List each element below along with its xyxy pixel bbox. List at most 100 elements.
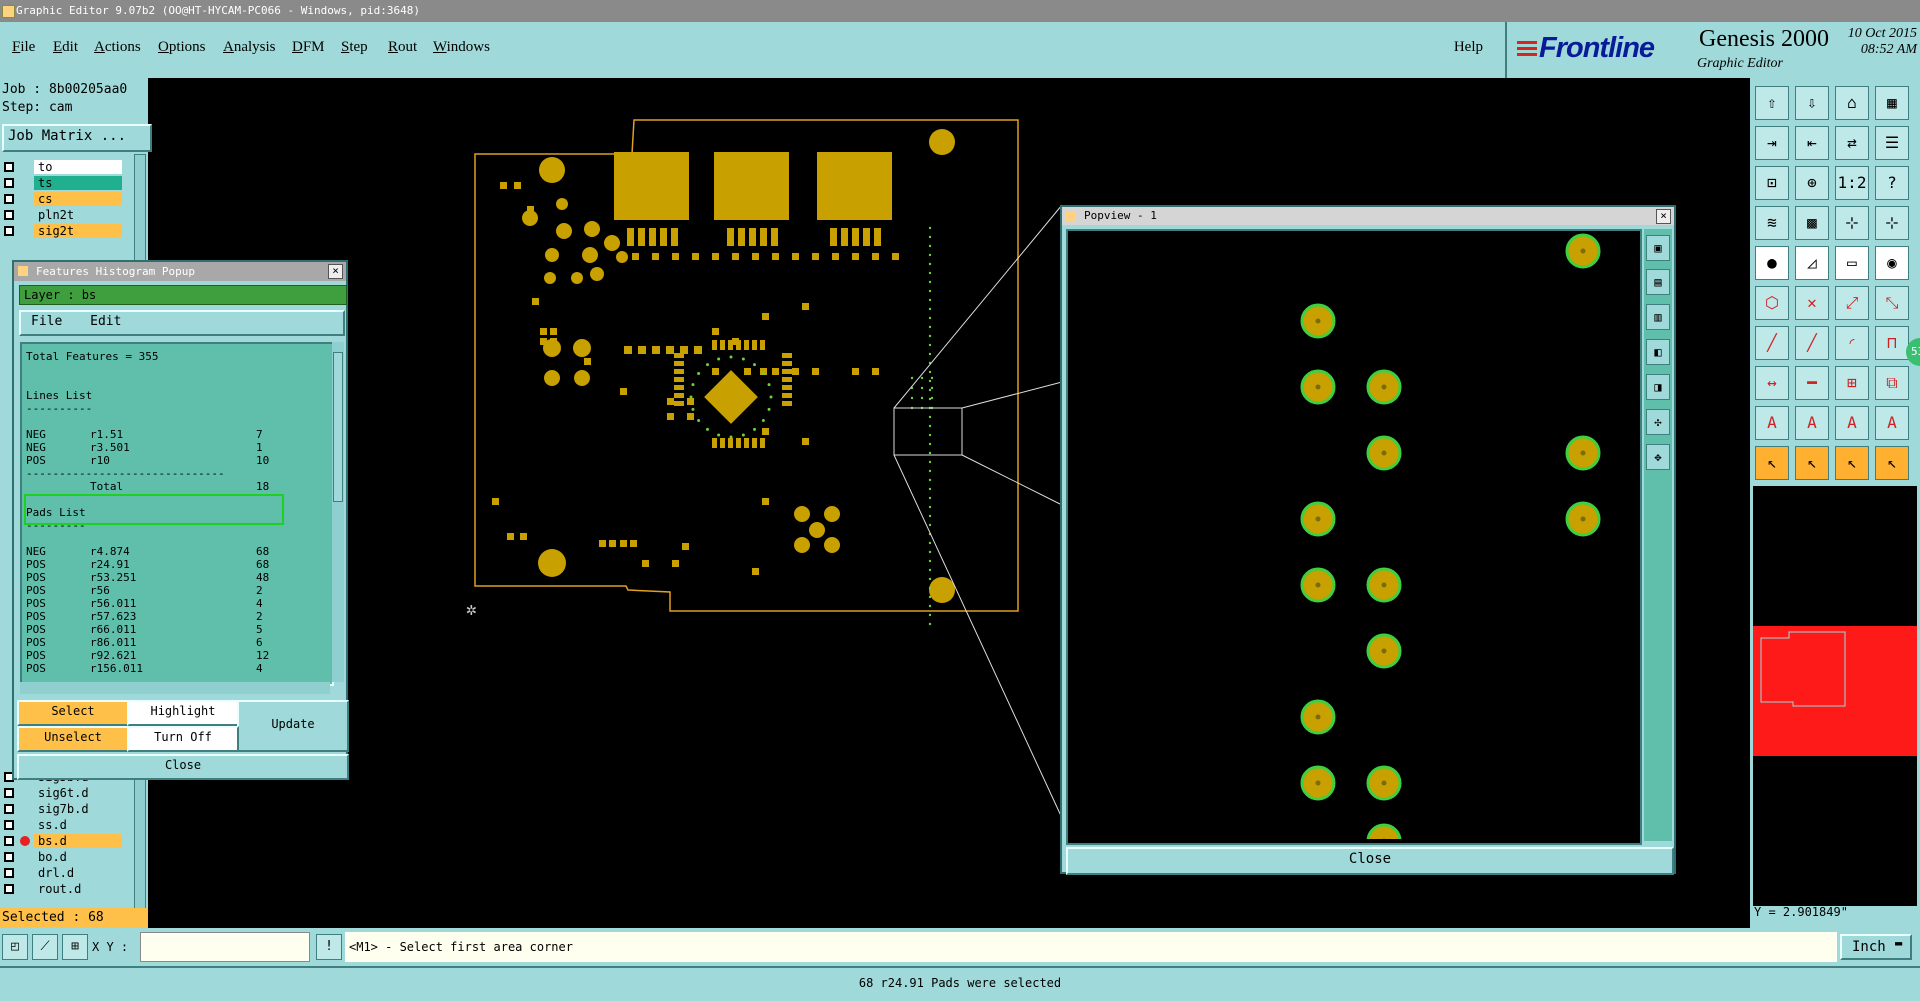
layer-name[interactable]: bo.d bbox=[34, 850, 122, 864]
layer-row-sig2t[interactable]: sig2t bbox=[4, 224, 122, 239]
warning-icon[interactable]: ! bbox=[316, 934, 342, 960]
layer-checkbox[interactable] bbox=[4, 788, 14, 798]
layer-row-pln2t[interactable]: pln2t bbox=[4, 208, 122, 223]
histogram-menu-edit[interactable]: Edit bbox=[90, 314, 121, 329]
histogram-menu-file[interactable]: File bbox=[31, 314, 62, 329]
tolerance-icon[interactable]: ⊞ bbox=[1835, 366, 1869, 400]
open-icon[interactable]: ⇧ bbox=[1755, 86, 1789, 120]
resize-icon[interactable]: ⤡ bbox=[1875, 286, 1909, 320]
dimension-icon[interactable]: ↔ bbox=[1755, 366, 1789, 400]
grid-toggle-icon[interactable]: ▩ bbox=[1795, 206, 1829, 240]
save-icon[interactable]: ⇩ bbox=[1795, 86, 1829, 120]
layer-checkbox[interactable] bbox=[4, 884, 14, 894]
mirror-icon[interactable]: ⇄ bbox=[1835, 126, 1869, 160]
layer-name[interactable]: cs bbox=[34, 192, 122, 206]
histogram-list[interactable]: Total Features = 355 Lines List ----------… bbox=[20, 342, 334, 686]
grid-icon[interactable]: ⊞ bbox=[62, 934, 88, 960]
popview-close-icon[interactable]: × bbox=[1656, 209, 1671, 224]
pad-row[interactable]: POS r53.251 48 bbox=[26, 571, 326, 584]
histogram-close-button[interactable]: Close bbox=[17, 754, 349, 780]
menu-actions[interactable]: Actions bbox=[94, 39, 141, 56]
pointer-icon[interactable]: ↖ bbox=[1755, 446, 1789, 480]
layer-checkbox[interactable] bbox=[4, 210, 14, 220]
layer-row-ss.d[interactable]: ss.d bbox=[4, 818, 122, 833]
layer-row-sig7b.d[interactable]: sig7b.d bbox=[4, 802, 122, 817]
pad-row[interactable]: POS r66.011 5 bbox=[26, 623, 326, 636]
layer-row-bs.d[interactable]: bs.d bbox=[4, 834, 122, 849]
pad-icon[interactable]: ● bbox=[1755, 246, 1789, 280]
arc-draw-icon[interactable]: ◜ bbox=[1835, 326, 1869, 360]
snap-icon[interactable]: ◰ bbox=[2, 934, 28, 960]
layer-name[interactable]: sig6t.d bbox=[34, 786, 122, 800]
pad-row[interactable]: POS r86.011 6 bbox=[26, 636, 326, 649]
menu-options[interactable]: Options bbox=[158, 39, 206, 56]
unselect-button[interactable]: Unselect bbox=[17, 726, 129, 752]
layer-row-bo.d[interactable]: bo.d bbox=[4, 850, 122, 865]
histogram-horizontal-scrollbar[interactable] bbox=[20, 682, 330, 694]
arc-icon[interactable]: ◿ bbox=[1795, 246, 1829, 280]
select-button[interactable]: Select bbox=[17, 700, 129, 726]
layer-checkbox[interactable] bbox=[4, 194, 14, 204]
home-icon[interactable]: ⌂ bbox=[1835, 86, 1869, 120]
circle-icon[interactable]: ◉ bbox=[1875, 246, 1909, 280]
unit-dropdown-icon[interactable]: ▬ bbox=[1895, 936, 1902, 950]
layer-row-sig6t.d[interactable]: sig6t.d bbox=[4, 786, 122, 801]
pad-row[interactable]: POS r56 2 bbox=[26, 584, 326, 597]
text3-icon[interactable]: A bbox=[1835, 406, 1869, 440]
layer-name[interactable]: sig2t bbox=[34, 224, 122, 238]
fit-icon[interactable]: ⊡ bbox=[1755, 166, 1789, 200]
line-row[interactable]: NEG r3.501 1 bbox=[26, 441, 326, 454]
popview-layer-up-icon[interactable]: ▤ bbox=[1646, 269, 1670, 295]
menu-edit[interactable]: Edit bbox=[53, 39, 78, 56]
pointer4-icon[interactable]: ↖ bbox=[1875, 446, 1909, 480]
popview-pan-right-icon[interactable]: ◨ bbox=[1646, 374, 1670, 400]
popview-canvas[interactable] bbox=[1066, 229, 1642, 859]
layer-row-ts[interactable]: ts bbox=[4, 176, 122, 191]
layer-name[interactable]: bs.d bbox=[34, 834, 122, 848]
layer-name[interactable]: drl.d bbox=[34, 866, 122, 880]
step-in-icon[interactable]: ⇥ bbox=[1755, 126, 1789, 160]
menu-analysis[interactable]: Analysis bbox=[223, 39, 276, 56]
menu-help[interactable]: Help bbox=[1454, 39, 1483, 56]
shape-icon[interactable]: ⊓ bbox=[1875, 326, 1909, 360]
layer-checkbox[interactable] bbox=[4, 226, 14, 236]
snap-red-icon[interactable]: ⊹ bbox=[1875, 206, 1909, 240]
draw-line2-icon[interactable]: ╱ bbox=[1795, 326, 1829, 360]
pad-row[interactable]: POS r156.011 4 bbox=[26, 662, 326, 675]
menu-rout[interactable]: Rout bbox=[388, 39, 417, 56]
cross-icon[interactable]: ✕ bbox=[1795, 286, 1829, 320]
move-icon[interactable]: ⤢ bbox=[1835, 286, 1869, 320]
layer-name[interactable]: ts bbox=[34, 176, 122, 190]
job-matrix-button[interactable]: Job Matrix ... bbox=[2, 124, 152, 152]
xy-input[interactable] bbox=[140, 932, 310, 962]
layer-name[interactable]: ss.d bbox=[34, 818, 122, 832]
layer-row-cs[interactable]: cs bbox=[4, 192, 122, 207]
layer-checkbox[interactable] bbox=[4, 162, 14, 172]
layers-icon[interactable]: ≋ bbox=[1755, 206, 1789, 240]
menu-file[interactable]: File bbox=[12, 39, 35, 56]
snap-icon[interactable]: ⊹ bbox=[1835, 206, 1869, 240]
grid-icon[interactable]: ▦ bbox=[1875, 86, 1909, 120]
overview-map[interactable] bbox=[1753, 486, 1917, 906]
layer-row-drl.d[interactable]: drl.d bbox=[4, 866, 122, 881]
measure-icon[interactable]: ⟋ bbox=[32, 934, 58, 960]
layer-name[interactable]: to bbox=[34, 160, 122, 174]
menu-windows[interactable]: Windows bbox=[433, 39, 490, 56]
layer-checkbox[interactable] bbox=[4, 820, 14, 830]
pad-row[interactable]: POS r57.623 2 bbox=[26, 610, 326, 623]
layer-checkbox[interactable] bbox=[4, 178, 14, 188]
list-icon[interactable]: ☰ bbox=[1875, 126, 1909, 160]
text-icon[interactable]: A bbox=[1755, 406, 1789, 440]
line-icon[interactable]: ▭ bbox=[1835, 246, 1869, 280]
layer-name[interactable]: rout.d bbox=[34, 882, 122, 896]
draw-line-icon[interactable]: ╱ bbox=[1755, 326, 1789, 360]
popview-zoom-in-icon[interactable]: ▣ bbox=[1646, 235, 1670, 261]
pad-row[interactable]: POS r92.621 12 bbox=[26, 649, 326, 662]
histogram-scroll-thumb[interactable] bbox=[333, 352, 343, 502]
line-row[interactable]: NEG r1.51 7 bbox=[26, 428, 326, 441]
layer-row-rout.d[interactable]: rout.d bbox=[4, 882, 122, 897]
pointer2-icon[interactable]: ↖ bbox=[1795, 446, 1829, 480]
menu-dfm[interactable]: DFM bbox=[292, 39, 325, 56]
turn-off-button[interactable]: Turn Off bbox=[127, 726, 239, 752]
zoom-icon[interactable]: ⊕ bbox=[1795, 166, 1829, 200]
